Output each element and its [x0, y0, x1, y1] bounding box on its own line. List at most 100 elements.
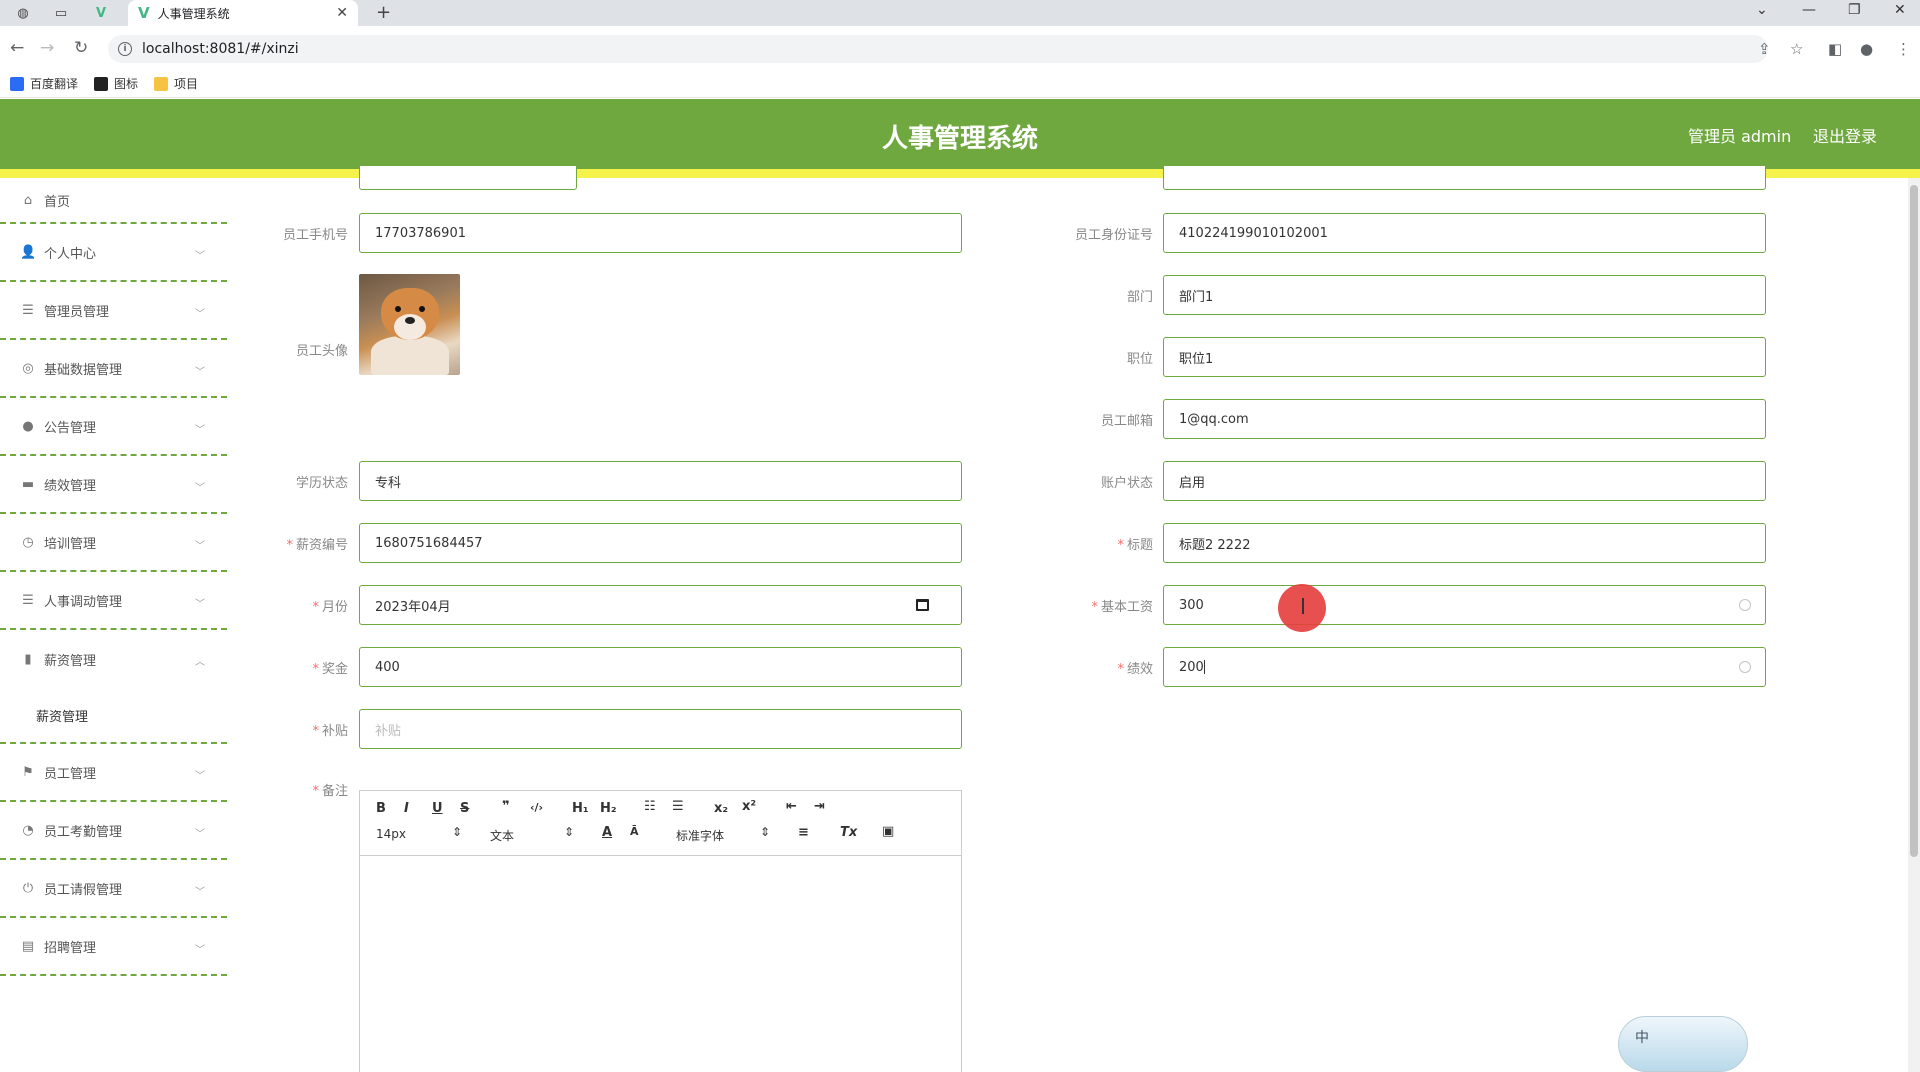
- chevron-down-icon: ﹀: [195, 541, 205, 552]
- translate-icon: [10, 76, 24, 91]
- tab-favicon-icon[interactable]: ▭: [50, 4, 72, 22]
- sidebar-item-transfer[interactable]: ☰ 人事调动管理 ﹀: [0, 572, 227, 630]
- image-insert-icon[interactable]: ▣: [882, 824, 894, 839]
- partial-input[interactable]: [359, 166, 577, 190]
- url-text: localhost:8081/#/xinzi: [142, 41, 299, 57]
- restore-icon[interactable]: ❐: [1848, 2, 1861, 18]
- folder-icon: [154, 76, 169, 91]
- clear-icon[interactable]: [1739, 661, 1751, 673]
- new-tab-icon[interactable]: +: [376, 2, 391, 23]
- bonus-input[interactable]: 400: [359, 647, 962, 687]
- profile-icon[interactable]: ●: [1860, 40, 1873, 58]
- rich-text-editor[interactable]: B I U S ❞ ‹/› H₁ H₂ ☷ ☰ x₂ x² ⇤ ⇥ 14px ⇕…: [359, 790, 962, 1072]
- quote-icon[interactable]: ❞: [502, 799, 510, 814]
- bullet-list-icon[interactable]: ☰: [672, 799, 684, 814]
- underline-icon[interactable]: U: [432, 801, 443, 816]
- employee-avatar[interactable]: [359, 274, 460, 375]
- header-select[interactable]: 文本: [490, 827, 514, 844]
- subscript-icon[interactable]: x₂: [714, 801, 728, 816]
- admin-user: 管理员 admin: [1688, 127, 1792, 146]
- flag-icon: ⚑: [22, 764, 34, 780]
- reload-icon[interactable]: ↻: [74, 38, 88, 58]
- chevron-down-icon: ﹀: [195, 771, 205, 782]
- sidebar-item-salary[interactable]: ▮ 薪资管理 ︿: [0, 630, 227, 688]
- bookmark-item[interactable]: 图标: [94, 75, 138, 92]
- phone-label: 员工手机号: [282, 228, 348, 243]
- app-header: 人事管理系统 管理员 admin 退出登录: [0, 99, 1920, 169]
- ime-widget[interactable]: 中: [1618, 1016, 1748, 1072]
- text-caret: [1203, 660, 1205, 674]
- font-size-select[interactable]: 14px: [376, 827, 406, 841]
- position-label: 职位: [1126, 352, 1153, 367]
- sidebar-item-training[interactable]: ◷ 培训管理 ﹀: [0, 514, 227, 572]
- kebab-menu-icon[interactable]: ⋮: [1896, 40, 1911, 58]
- idcard-input[interactable]: 410224199010102001: [1163, 213, 1766, 253]
- tab-search-icon[interactable]: ⌄: [1756, 2, 1768, 18]
- superscript-icon[interactable]: x²: [742, 799, 756, 814]
- title-input[interactable]: 标题2 2222: [1163, 523, 1766, 563]
- background-color-icon[interactable]: Ā: [630, 825, 639, 838]
- scrollbar-thumb[interactable]: [1910, 185, 1918, 857]
- sort-icon: ⇕: [564, 825, 575, 839]
- clear-format-icon[interactable]: Tx: [840, 825, 857, 840]
- italic-icon[interactable]: I: [404, 801, 409, 816]
- sidebar: ⌂ 首页 👤 个人中心 ﹀ ☰ 管理员管理 ﹀ ◎ 基础数据管理 ﹀ ● 公告管理 ﹀ ▬ 绩效管理…: [0, 178, 227, 1072]
- sidebar-item-performance[interactable]: ▬ 绩效管理 ﹀: [0, 456, 227, 514]
- partial-input[interactable]: [1163, 166, 1766, 190]
- chevron-up-icon: ︿: [195, 657, 205, 668]
- globe-icon[interactable]: ◍: [12, 4, 34, 22]
- submenu-salary[interactable]: 薪资管理: [0, 688, 227, 744]
- star-icon[interactable]: ☆: [1790, 40, 1803, 58]
- url-field[interactable]: i localhost:8081/#/xinzi: [108, 35, 1768, 63]
- info-icon[interactable]: i: [118, 42, 132, 56]
- calendar-icon[interactable]: [916, 599, 929, 611]
- outdent-icon[interactable]: ⇤: [786, 799, 797, 814]
- ordered-list-icon[interactable]: ☷: [644, 799, 656, 814]
- minimize-icon[interactable]: —: [1802, 2, 1816, 18]
- phone-input[interactable]: 17703786901: [359, 213, 962, 253]
- email-label: 员工邮箱: [1100, 414, 1153, 429]
- back-icon[interactable]: ←: [10, 38, 24, 58]
- sidebar-item-personal[interactable]: 👤 个人中心 ﹀: [0, 224, 227, 282]
- font-color-icon[interactable]: A: [602, 825, 612, 840]
- sidebar-item-admin[interactable]: ☰ 管理员管理 ﹀: [0, 282, 227, 340]
- tab-close-icon[interactable]: ✕: [336, 5, 348, 21]
- chart-icon: ▮: [24, 651, 32, 667]
- h2-icon[interactable]: H₂: [600, 801, 617, 816]
- position-input[interactable]: 职位1: [1163, 337, 1766, 377]
- sidebar-item-leave[interactable]: ⏻ 员工请假管理 ﹀: [0, 860, 227, 918]
- bold-icon[interactable]: B: [376, 801, 386, 816]
- sidebar-item-employee[interactable]: ⚑ 员工管理 ﹀: [0, 744, 227, 802]
- bonus-label: * 奖金: [312, 662, 348, 677]
- email-input[interactable]: 1@qq.com: [1163, 399, 1766, 439]
- month-picker[interactable]: 2023年04月: [359, 585, 962, 625]
- logout-link[interactable]: 退出登录: [1813, 123, 1877, 147]
- indent-icon[interactable]: ⇥: [814, 799, 825, 814]
- performance-input[interactable]: 200: [1163, 647, 1766, 687]
- salary-no-input[interactable]: 1680751684457: [359, 523, 962, 563]
- education-input[interactable]: 专科: [359, 461, 962, 501]
- sidebar-item-attendance[interactable]: ◔ 员工考勤管理 ﹀: [0, 802, 227, 860]
- close-window-icon[interactable]: ✕: [1894, 2, 1906, 18]
- dept-input[interactable]: 部门1: [1163, 275, 1766, 315]
- vue-tab-icon[interactable]: V: [90, 4, 112, 22]
- sidepanel-icon[interactable]: ◧: [1828, 40, 1842, 58]
- share-icon[interactable]: ⇪: [1758, 40, 1771, 58]
- sidebar-item-notice[interactable]: ● 公告管理 ﹀: [0, 398, 227, 456]
- account-input[interactable]: 启用: [1163, 461, 1766, 501]
- clear-icon[interactable]: [1739, 599, 1751, 611]
- forward-icon[interactable]: →: [40, 38, 54, 58]
- align-icon[interactable]: ≡: [798, 825, 809, 840]
- bookmark-item[interactable]: 项目: [154, 75, 198, 92]
- strike-icon[interactable]: S: [460, 801, 469, 816]
- sidebar-item-recruit[interactable]: ▤ 招聘管理 ﹀: [0, 918, 227, 976]
- code-icon[interactable]: ‹/›: [530, 801, 543, 814]
- bookmark-item[interactable]: 百度翻译: [10, 75, 78, 92]
- font-family-select[interactable]: 标准字体: [676, 827, 724, 844]
- base-salary-input[interactable]: 300: [1163, 585, 1766, 625]
- h1-icon[interactable]: H₁: [572, 801, 589, 816]
- sidebar-item-basedata[interactable]: ◎ 基础数据管理 ﹀: [0, 340, 227, 398]
- tab-active[interactable]: V 人事管理系统 ✕: [128, 0, 358, 26]
- sidebar-item-home[interactable]: ⌂ 首页: [0, 178, 227, 224]
- allowance-input[interactable]: 补贴: [359, 709, 962, 749]
